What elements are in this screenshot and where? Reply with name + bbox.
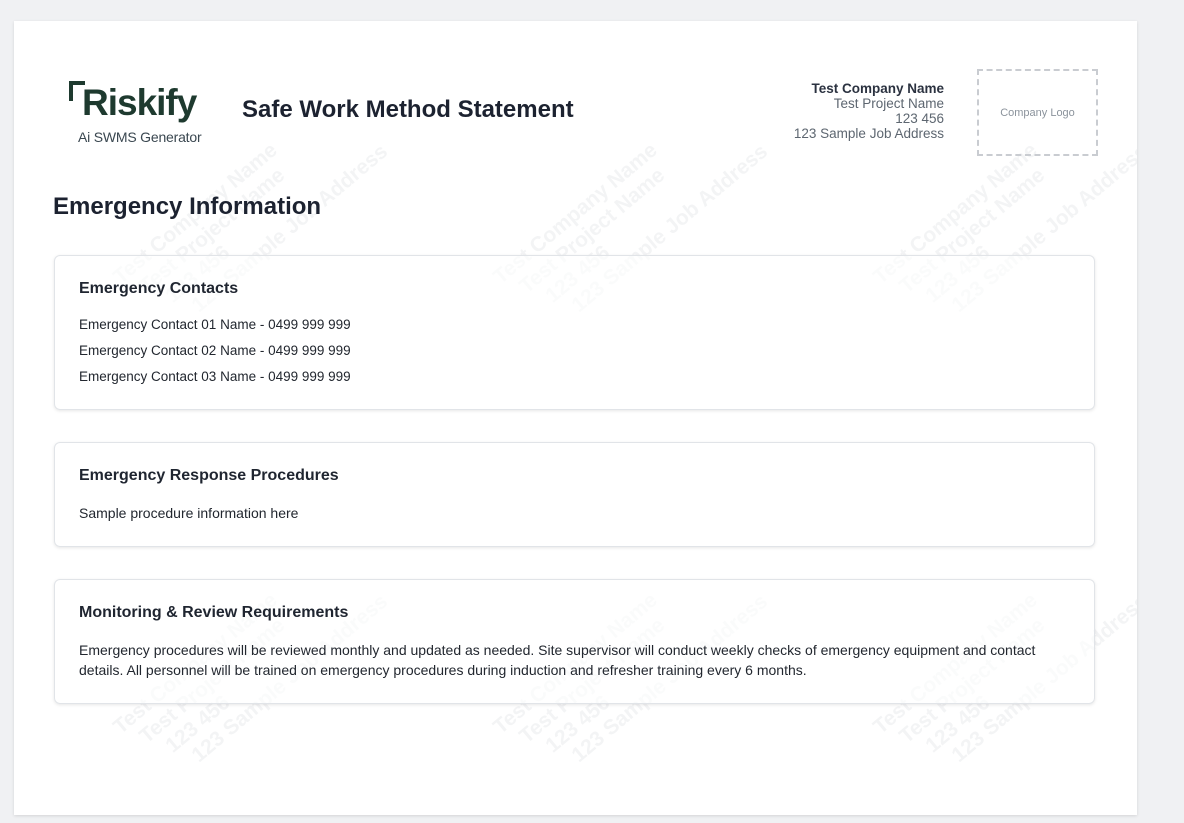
riskify-logo: Riskify Ai SWMS Generator — [68, 79, 208, 149]
document-title: Safe Work Method Statement — [242, 96, 574, 123]
procedures-text: Sample procedure information here — [79, 505, 299, 521]
monitoring-review-card: Monitoring & Review Requirements Emergen… — [54, 579, 1095, 704]
job-address: 123 Sample Job Address — [793, 126, 944, 141]
contact-item: Emergency Contact 01 Name - 0499 999 999 — [79, 317, 351, 332]
emergency-procedures-card: Emergency Response Procedures Sample pro… — [54, 442, 1095, 547]
document-page: Test Company NameTest Project Name123 45… — [14, 21, 1137, 815]
monitoring-text: Emergency procedures will be reviewed mo… — [79, 642, 1036, 678]
contact-item: Emergency Contact 03 Name - 0499 999 999 — [79, 369, 351, 384]
emergency-contacts-card: Emergency Contacts Emergency Contact 01 … — [54, 255, 1095, 410]
logo-wordmark: Riskify — [82, 82, 197, 123]
company-logo-placeholder: Company Logo — [977, 69, 1098, 156]
project-number: 123 456 — [895, 111, 944, 126]
card-title: Emergency Response Procedures — [79, 467, 339, 484]
contacts-list: Emergency Contact 01 Name - 0499 999 999… — [79, 316, 1070, 394]
section-title: Emergency Information — [53, 193, 322, 220]
document-header: Riskify Ai SWMS Generator Safe Work Meth… — [14, 21, 1137, 171]
contact-item: Emergency Contact 02 Name - 0499 999 999 — [79, 343, 351, 358]
card-title: Monitoring & Review Requirements — [79, 604, 349, 621]
company-name: Test Company Name — [811, 81, 944, 96]
company-info: Test Company Name Test Project Name 123 … — [794, 81, 944, 141]
card-title: Emergency Contacts — [79, 280, 239, 297]
project-name: Test Project Name — [833, 96, 944, 111]
company-logo-label: Company Logo — [1000, 106, 1075, 119]
logo-subtitle: Ai SWMS Generator — [78, 129, 202, 145]
